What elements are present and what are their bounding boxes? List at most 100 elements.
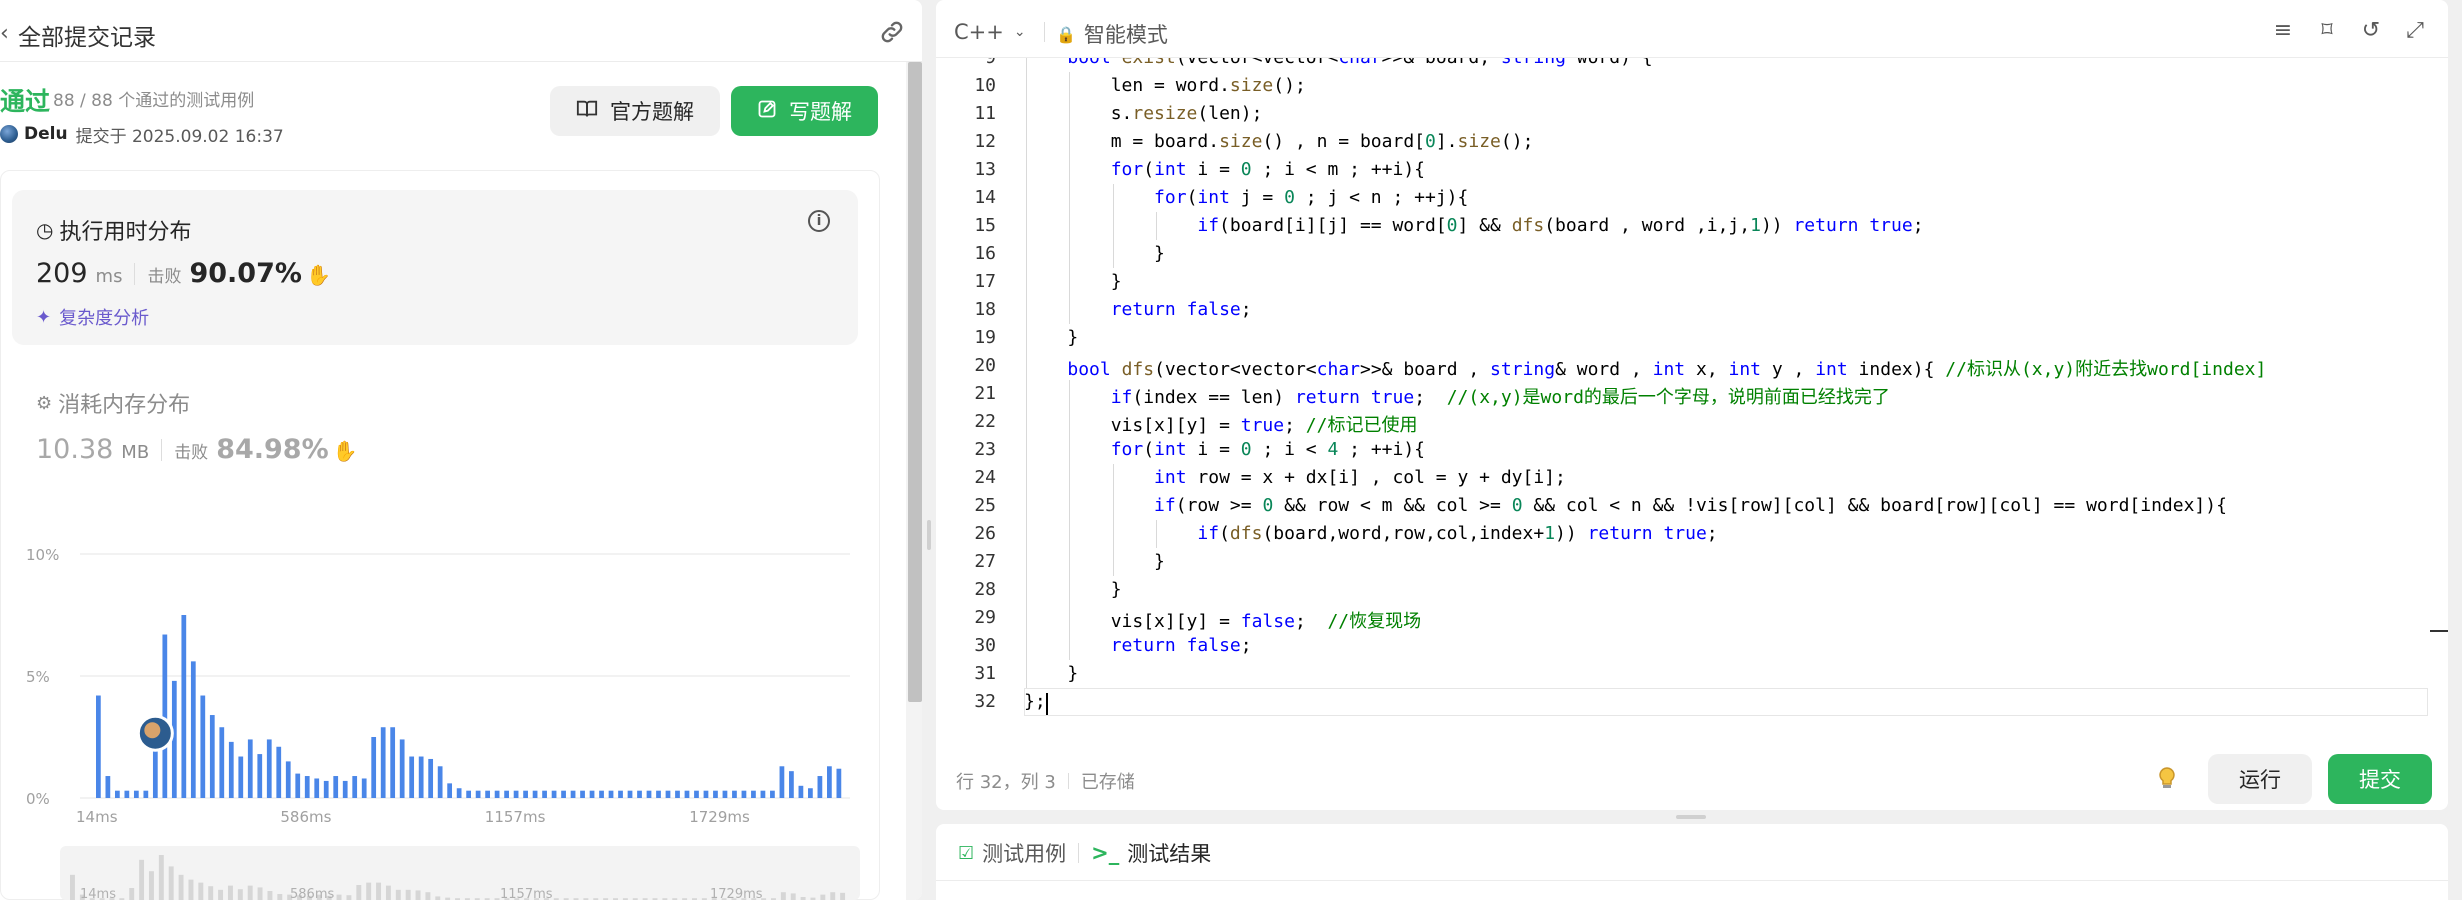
lightbulb-icon[interactable] (2156, 766, 2178, 795)
histogram-bar[interactable] (257, 754, 263, 798)
code-area[interactable]: 9 bool exist(vector<vector<char>>& board… (936, 58, 2448, 724)
all-submissions-title[interactable]: 全部提交记录 (18, 18, 156, 52)
splitter-grip[interactable] (1676, 815, 1706, 819)
code-line[interactable]: for(int j = 0 ; j < n ; ++j){ (1024, 187, 1468, 208)
runtime-distribution-card[interactable]: ◷ 执行用时分布 i 209 ms 击败 90.07% ✋ ✦ 复杂度分析 (12, 190, 858, 345)
histogram-bar[interactable] (504, 790, 509, 798)
histogram-bar[interactable] (589, 790, 595, 798)
bookmark-icon[interactable]: ⌑ (2316, 18, 2338, 43)
back-chevron-icon[interactable]: ‹ (0, 21, 9, 46)
histogram-bar[interactable] (181, 615, 187, 798)
histogram-bar[interactable] (779, 766, 785, 798)
histogram-bar[interactable] (561, 790, 566, 798)
code-line[interactable]: return false; (1024, 635, 1252, 656)
histogram-bar[interactable] (333, 776, 339, 798)
code-line[interactable]: return false; (1024, 299, 1252, 320)
histogram-bar[interactable] (466, 790, 471, 798)
code-line[interactable]: bool dfs(vector<vector<char>>& board , s… (1024, 355, 2266, 381)
histogram-bar[interactable] (352, 776, 358, 798)
histogram-bar[interactable] (570, 790, 576, 798)
histogram-bar[interactable] (200, 695, 206, 798)
smart-mode-toggle[interactable]: 🔒 智能模式 (1056, 19, 1168, 49)
histogram-bar[interactable] (371, 737, 377, 798)
histogram-bar[interactable] (323, 780, 329, 798)
fullscreen-icon[interactable]: ⤢ (2404, 18, 2426, 43)
histogram-bar[interactable] (409, 756, 415, 798)
code-line[interactable]: vis[x][y] = true; //标记已使用 (1024, 411, 1418, 437)
code-line[interactable]: } (1024, 271, 1122, 292)
scrollbar-thumb[interactable] (908, 62, 922, 702)
code-line[interactable]: } (1024, 663, 1078, 684)
runtime-overview-strip[interactable]: 14ms 586ms 1157ms 1729ms (60, 846, 860, 900)
splitter-grip[interactable] (927, 520, 931, 550)
histogram-bar[interactable] (760, 790, 766, 798)
histogram-bar[interactable] (152, 749, 158, 798)
histogram-bar[interactable] (523, 790, 528, 798)
histogram-bar[interactable] (703, 790, 709, 798)
histogram-bar[interactable] (475, 790, 481, 798)
code-line[interactable]: } (1024, 579, 1122, 600)
histogram-bar[interactable] (114, 790, 120, 798)
histogram-bar[interactable] (665, 790, 671, 798)
code-line[interactable]: m = board.size() , n = board[0].size(); (1024, 131, 1534, 152)
vertical-splitter[interactable] (922, 0, 936, 900)
histogram-bar[interactable] (295, 773, 301, 798)
histogram-bar[interactable] (105, 776, 111, 798)
histogram-bar[interactable] (789, 771, 794, 798)
histogram-bar[interactable] (209, 715, 215, 798)
submit-button[interactable]: 提交 (2328, 754, 2432, 804)
histogram-bar[interactable] (437, 766, 443, 798)
histogram-bar[interactable] (190, 661, 196, 798)
histogram-bar[interactable] (418, 756, 424, 798)
code-line[interactable]: } (1024, 551, 1165, 572)
histogram-bar[interactable] (361, 778, 367, 798)
histogram-bar[interactable] (684, 790, 690, 798)
histogram-bar[interactable] (494, 790, 500, 798)
histogram-bar[interactable] (162, 634, 168, 798)
histogram-bar[interactable] (675, 790, 680, 798)
histogram-bar[interactable] (732, 790, 737, 798)
histogram-bar[interactable] (276, 746, 282, 798)
histogram-bar[interactable] (485, 790, 490, 798)
reset-icon[interactable]: ↺ (2360, 18, 2382, 43)
histogram-bar[interactable] (656, 790, 661, 798)
histogram-bar[interactable] (817, 776, 823, 798)
code-line[interactable]: vis[x][y] = false; //恢复现场 (1024, 607, 1421, 633)
code-line[interactable]: if(index == len) return true; //(x,y)是wo… (1024, 383, 1890, 409)
histogram-bar[interactable] (513, 790, 519, 798)
histogram-bar[interactable] (380, 727, 386, 798)
histogram-bar[interactable] (238, 756, 244, 798)
histogram-bar[interactable] (646, 790, 652, 798)
histogram-bar[interactable] (133, 790, 139, 798)
code-line[interactable]: for(int i = 0 ; i < m ; ++i){ (1024, 159, 1425, 180)
histogram-bar[interactable] (314, 778, 320, 798)
histogram-bar[interactable] (96, 695, 101, 798)
run-button[interactable]: 运行 (2208, 754, 2312, 804)
histogram-bar[interactable] (399, 739, 405, 798)
histogram-bar[interactable] (304, 776, 310, 798)
histogram-bar[interactable] (599, 790, 604, 798)
histogram-bar[interactable] (827, 766, 832, 798)
format-icon[interactable]: ≡ (2272, 18, 2294, 43)
histogram-bar[interactable] (285, 761, 291, 798)
code-line[interactable]: bool exist(vector<vector<char>>& board, … (1024, 58, 1652, 68)
histogram-bar[interactable] (228, 741, 234, 798)
histogram-bar[interactable] (836, 768, 842, 798)
horizontal-splitter[interactable] (936, 810, 2448, 824)
histogram-bar[interactable] (390, 727, 396, 798)
histogram-bar[interactable] (124, 790, 130, 798)
tab-testcases[interactable]: ☑ 测试用例 (958, 838, 1066, 868)
histogram-bar[interactable] (694, 790, 699, 798)
histogram-bar[interactable] (627, 790, 633, 798)
histogram-bar[interactable] (741, 790, 747, 798)
histogram-bar[interactable] (713, 790, 718, 798)
code-line[interactable]: } (1024, 243, 1165, 264)
memory-distribution-title[interactable]: ⚙ 消耗内存分布 (36, 387, 190, 419)
histogram-bar[interactable] (770, 790, 775, 798)
histogram-bar[interactable] (798, 785, 804, 798)
histogram-bar[interactable] (447, 783, 453, 798)
histogram-bar[interactable] (551, 790, 557, 798)
histogram-bar[interactable] (542, 790, 547, 798)
share-link-icon[interactable] (878, 18, 906, 46)
histogram-bar[interactable] (219, 727, 225, 798)
